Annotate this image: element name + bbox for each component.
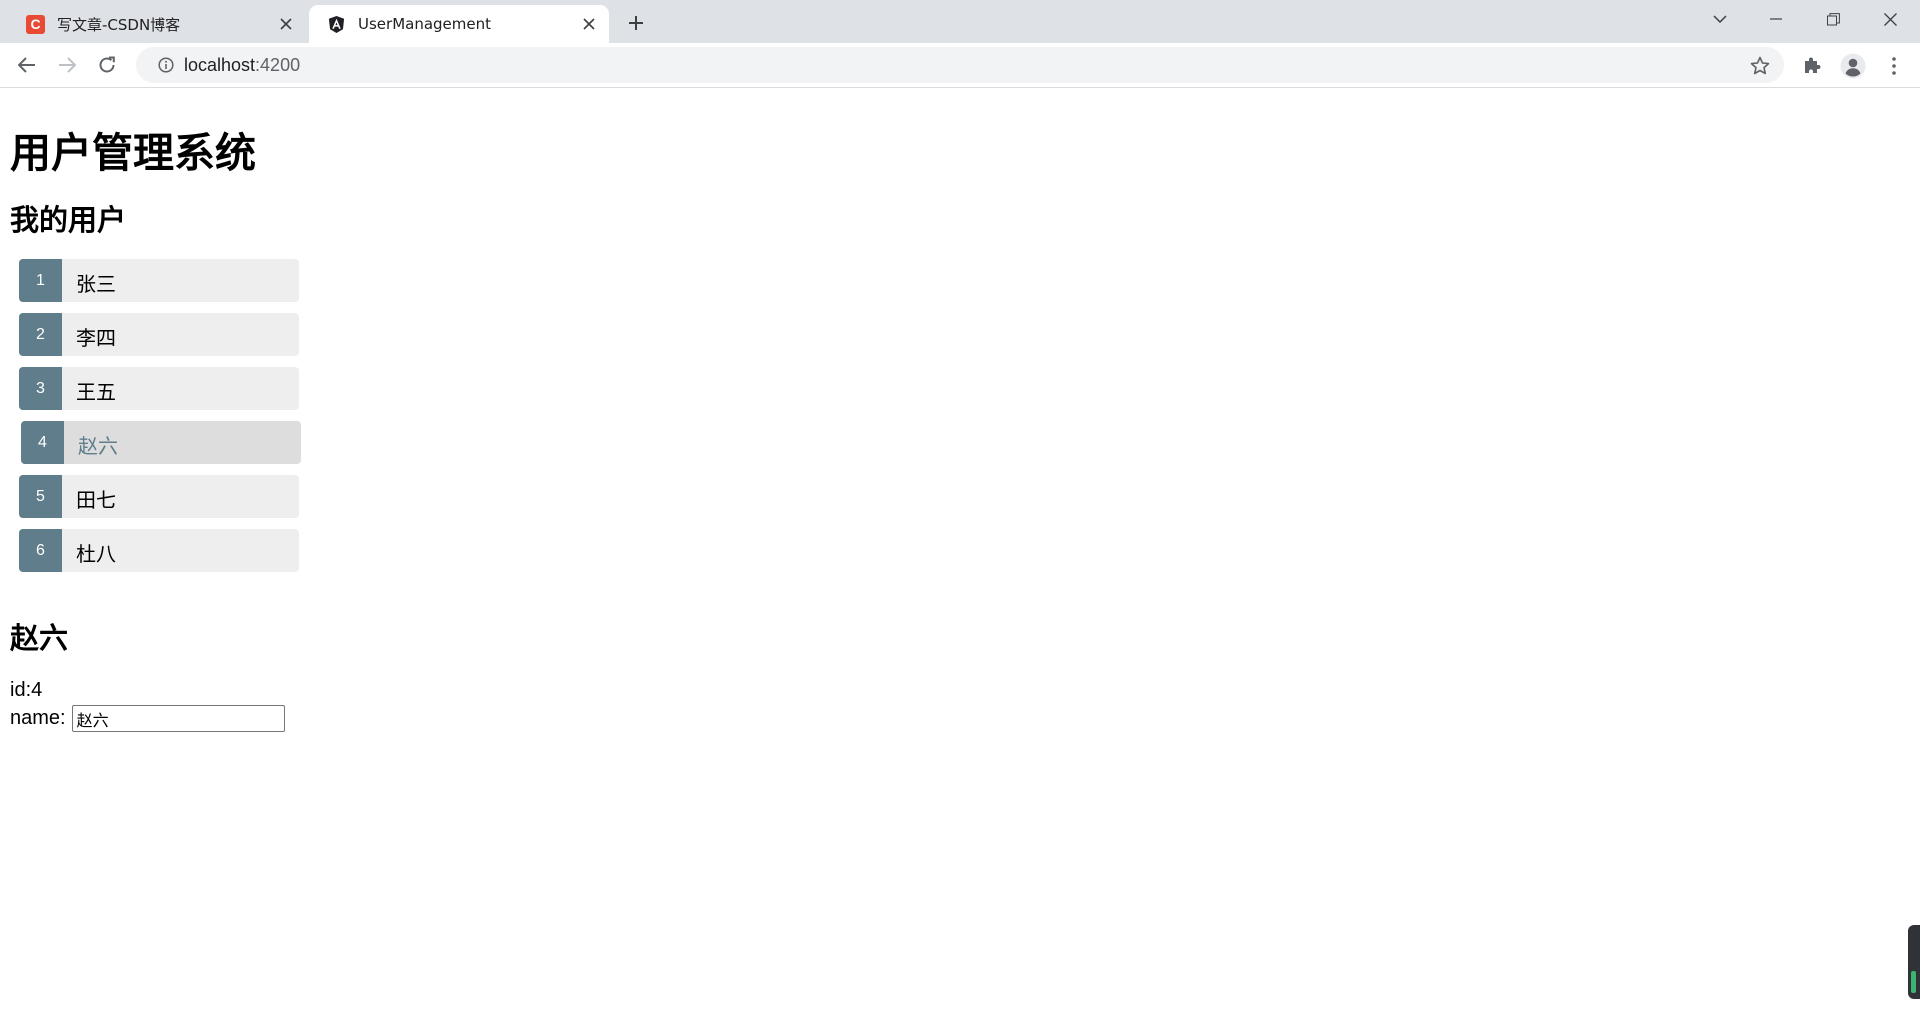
tab-title: 写文章-CSDN博客 xyxy=(57,15,181,34)
name-input[interactable] xyxy=(71,705,285,732)
user-id-badge: 2 xyxy=(19,313,62,356)
close-icon[interactable] xyxy=(577,12,601,36)
section-title: 我的用户 xyxy=(10,203,127,237)
side-monitor-level-bar xyxy=(1911,971,1916,993)
user-name: 李四 xyxy=(76,326,116,350)
user-list-item[interactable]: 5 田七 xyxy=(19,475,299,518)
user-name: 张三 xyxy=(76,272,116,296)
browser-toolbar: localhost:4200 xyxy=(0,43,1920,88)
close-icon[interactable] xyxy=(274,12,298,36)
user-id-badge: 1 xyxy=(19,259,62,302)
forward-arrow-icon[interactable] xyxy=(50,48,84,82)
user-id-badge: 6 xyxy=(19,529,62,572)
restore-icon[interactable] xyxy=(1805,0,1861,38)
user-list-item[interactable]: 6 杜八 xyxy=(19,529,299,572)
user-id-badge: 3 xyxy=(19,367,62,410)
tab-csdn[interactable]: C 写文章-CSDN博客 xyxy=(8,5,306,43)
address-bar[interactable]: localhost:4200 xyxy=(136,47,1784,83)
extensions-puzzle-icon[interactable] xyxy=(1795,49,1829,83)
angular-favicon-icon xyxy=(327,15,346,34)
page-title: 用户管理系统 xyxy=(10,129,256,177)
url-text: localhost:4200 xyxy=(184,54,301,75)
new-tab-plus-icon[interactable] xyxy=(622,9,650,37)
user-list-item[interactable]: 1 张三 xyxy=(19,259,299,302)
site-info-icon[interactable] xyxy=(148,57,184,73)
minimize-icon[interactable] xyxy=(1748,0,1804,38)
back-arrow-icon[interactable] xyxy=(10,48,44,82)
close-window-icon[interactable] xyxy=(1862,0,1918,38)
user-name: 赵六 xyxy=(78,434,118,458)
page-content: 用户管理系统 我的用户 1 张三 2 李四 3 王五 4 赵六 5 田七 6 杜… xyxy=(0,89,1920,1030)
user-detail-id: id:4 xyxy=(10,679,43,701)
user-detail-title: 赵六 xyxy=(10,621,69,655)
tab-search-chevron-icon[interactable] xyxy=(1692,0,1748,38)
user-name: 王五 xyxy=(76,380,116,404)
reload-icon[interactable] xyxy=(90,48,124,82)
user-id-badge: 5 xyxy=(19,475,62,518)
tab-title: UserManagement xyxy=(358,15,492,33)
user-name: 田七 xyxy=(76,488,116,512)
user-name: 杜八 xyxy=(76,542,116,566)
name-label: name: xyxy=(10,707,66,729)
side-monitor-widget[interactable] xyxy=(1908,925,1920,999)
csdn-favicon-icon: C xyxy=(26,14,45,34)
user-list-item[interactable]: 3 王五 xyxy=(19,367,299,410)
menu-dots-icon[interactable] xyxy=(1877,49,1911,83)
user-detail-name-row: name: xyxy=(10,705,285,732)
bookmark-star-icon[interactable] xyxy=(1748,53,1772,77)
user-id-badge: 4 xyxy=(21,421,64,464)
user-list-item[interactable]: 2 李四 xyxy=(19,313,299,356)
tab-strip: C 写文章-CSDN博客 UserManagement xyxy=(0,0,1920,43)
profile-avatar-icon[interactable] xyxy=(1836,49,1870,83)
user-list-item-selected[interactable]: 4 赵六 xyxy=(21,421,301,464)
tab-user-management[interactable]: UserManagement xyxy=(309,5,609,43)
